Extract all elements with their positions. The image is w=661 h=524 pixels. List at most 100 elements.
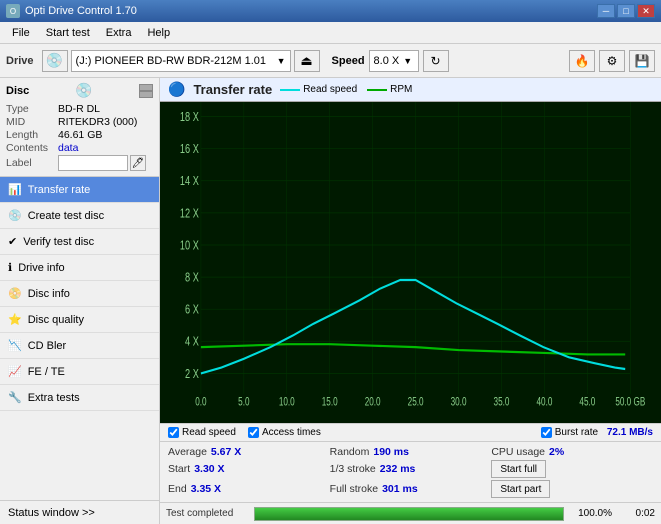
start-part-row: Start part: [491, 480, 653, 498]
drive-info-icon: ℹ: [8, 261, 12, 274]
disc-info-icon: 📀: [8, 287, 22, 300]
disc-panel-icon: 💿: [75, 82, 92, 99]
start-row: Start 3.30 X: [168, 460, 330, 478]
burn-btn[interactable]: 🔥: [569, 50, 595, 72]
transfer-rate-label: Transfer rate: [28, 184, 91, 196]
status-window-label: Status window >>: [8, 507, 95, 519]
mid-label: MID: [6, 116, 58, 128]
svg-text:12 X: 12 X: [180, 207, 199, 221]
disc-quality-label: Disc quality: [28, 314, 84, 326]
svg-text:4 X: 4 X: [185, 335, 199, 349]
start-value: 3.30 X: [194, 463, 224, 475]
cpu-label: CPU usage: [491, 446, 545, 458]
sidebar: Disc 💿 Type BD-R DL MID RITEKDR3 (000) L…: [0, 78, 160, 524]
minimize-button[interactable]: ─: [597, 4, 615, 18]
close-button[interactable]: ✕: [637, 4, 655, 18]
burst-rate-label: Burst rate: [555, 427, 598, 438]
chart-header-icon: 🔵: [168, 81, 185, 98]
svg-text:5.0: 5.0: [238, 396, 250, 409]
cd-bler-label: CD Bler: [28, 340, 67, 352]
svg-text:30.0: 30.0: [451, 396, 467, 409]
drive-select[interactable]: (J:) PIONEER BD-RW BDR-212M 1.01 ▼: [71, 50, 291, 72]
svg-text:15.0: 15.0: [322, 396, 338, 409]
start-full-btn[interactable]: Start full: [491, 460, 546, 478]
nav-verify-test-disc[interactable]: ✔ Verify test disc: [0, 229, 159, 255]
length-label: Length: [6, 129, 58, 141]
progress-bar-bg: [254, 507, 564, 521]
svg-text:6 X: 6 X: [185, 303, 199, 317]
verify-test-disc-label: Verify test disc: [23, 236, 94, 248]
nav-transfer-rate[interactable]: 📊 Transfer rate: [0, 177, 159, 203]
speed-refresh-btn[interactable]: ↻: [423, 50, 449, 72]
speed-arrow: ▼: [403, 56, 412, 66]
drive-select-value: (J:) PIONEER BD-RW BDR-212M 1.01: [76, 55, 267, 67]
sidebar-collapse-down[interactable]: [139, 91, 153, 98]
settings-btn[interactable]: ⚙: [599, 50, 625, 72]
legend-rpm: RPM: [367, 84, 412, 95]
progress-bar-fill: [255, 508, 563, 520]
sidebar-collapse-up[interactable]: [139, 84, 153, 91]
random-value: 190 ms: [373, 446, 409, 458]
extra-tests-label: Extra tests: [28, 392, 80, 404]
chart-area: 🔵 Transfer rate Read speed RPM: [160, 78, 661, 524]
menu-bar: File Start test Extra Help: [0, 22, 661, 44]
speed-select[interactable]: 8.0 X ▼: [369, 50, 419, 72]
maximize-button[interactable]: □: [617, 4, 635, 18]
nav-drive-info[interactable]: ℹ Drive info: [0, 255, 159, 281]
progress-pct: 100.0%: [572, 508, 612, 519]
menu-help[interactable]: Help: [139, 25, 178, 41]
burst-rate-value: 72.1 MB/s: [607, 427, 653, 438]
svg-text:40.0: 40.0: [536, 396, 552, 409]
disc-quality-icon: ⭐: [8, 313, 22, 326]
fe-te-label: FE / TE: [28, 366, 65, 378]
nav-fe-te[interactable]: 📈 FE / TE: [0, 359, 159, 385]
full-stroke-value: 301 ms: [382, 483, 418, 495]
start-part-btn[interactable]: Start part: [491, 480, 550, 498]
label-btn[interactable]: 🖊: [130, 155, 146, 171]
drive-icon-btn[interactable]: 💿: [42, 50, 68, 72]
mid-value: RITEKDR3 (000): [58, 116, 137, 128]
menu-start-test[interactable]: Start test: [38, 25, 98, 41]
menu-file[interactable]: File: [4, 25, 38, 41]
label-input[interactable]: [58, 155, 128, 171]
cpu-row: CPU usage 2%: [491, 446, 653, 458]
legend-green-line: [367, 89, 387, 91]
menu-extra[interactable]: Extra: [98, 25, 140, 41]
legend-read-speed-label: Read speed: [303, 84, 357, 95]
time-text: 0:02: [620, 508, 655, 519]
nav-cd-bler[interactable]: 📉 CD Bler: [0, 333, 159, 359]
window-controls: ─ □ ✕: [597, 4, 655, 18]
read-speed-checkbox-item[interactable]: Read speed: [168, 427, 236, 438]
average-value: 5.67 X: [211, 446, 241, 458]
svg-text:50.0 GB: 50.0 GB: [615, 396, 645, 409]
disc-panel-title: Disc: [6, 85, 29, 97]
chart-svg: 18 X 16 X 14 X 12 X 10 X 8 X 6 X 4 X 2 X…: [160, 102, 661, 423]
eject-btn[interactable]: ⏏: [294, 50, 320, 72]
svg-text:8 X: 8 X: [185, 271, 199, 285]
status-text: Test completed: [166, 508, 246, 519]
nav-extra-tests[interactable]: 🔧 Extra tests: [0, 385, 159, 411]
start-label: Start: [168, 463, 190, 475]
full-stroke-row: Full stroke 301 ms: [330, 480, 492, 498]
save-btn[interactable]: 💾: [629, 50, 655, 72]
svg-text:35.0: 35.0: [494, 396, 510, 409]
status-window-btn[interactable]: Status window >>: [0, 500, 159, 524]
disc-info-label: Disc info: [28, 288, 70, 300]
average-label: Average: [168, 446, 207, 458]
stats-area: Average 5.67 X Random 190 ms CPU usage 2…: [160, 441, 661, 502]
svg-text:10.0: 10.0: [279, 396, 295, 409]
svg-text:18 X: 18 X: [180, 111, 199, 125]
stroke13-label: 1/3 stroke: [330, 463, 376, 475]
nav-create-test-disc[interactable]: 💿 Create test disc: [0, 203, 159, 229]
access-times-checkbox[interactable]: [248, 427, 259, 438]
burst-rate-checkbox[interactable]: [541, 427, 552, 438]
read-speed-checkbox-label: Read speed: [182, 427, 236, 438]
title-bar: O Opti Drive Control 1.70 ─ □ ✕: [0, 0, 661, 22]
read-speed-checkbox[interactable]: [168, 427, 179, 438]
nav-disc-info[interactable]: 📀 Disc info: [0, 281, 159, 307]
nav-disc-quality[interactable]: ⭐ Disc quality: [0, 307, 159, 333]
svg-text:14 X: 14 X: [180, 175, 199, 189]
start-full-row: Start full: [491, 460, 653, 478]
access-times-checkbox-item[interactable]: Access times: [248, 427, 321, 438]
cd-bler-icon: 📉: [8, 339, 22, 352]
